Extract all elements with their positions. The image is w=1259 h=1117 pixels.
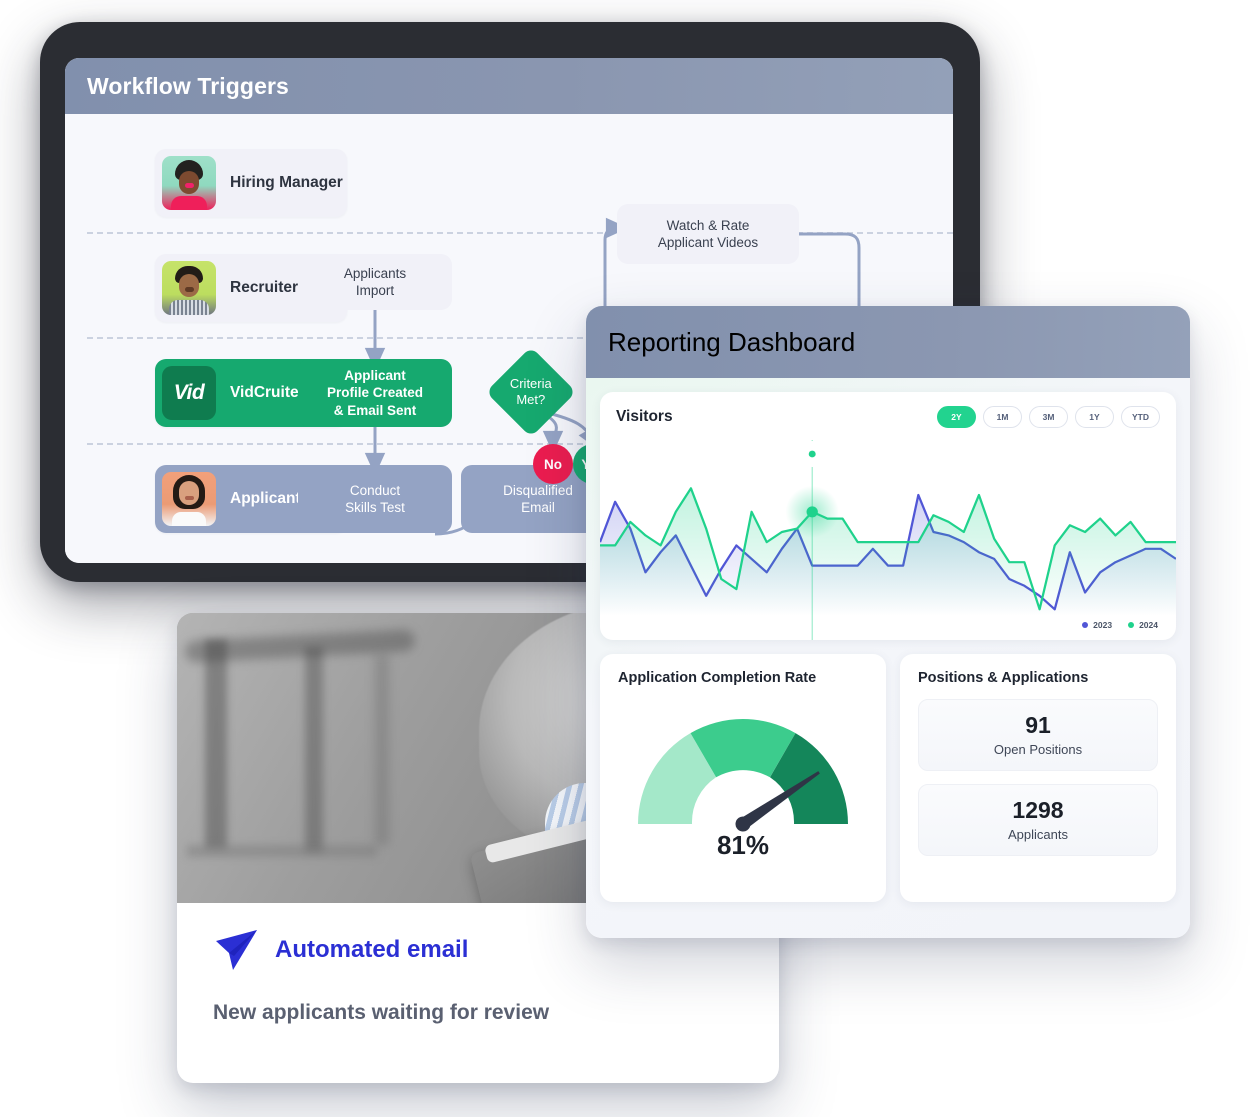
vidcruiter-logo-text: Vid — [173, 381, 205, 404]
gauge-svg — [638, 719, 848, 832]
visitors-chart-svg — [600, 440, 1176, 640]
workflow-title: Workflow Triggers — [87, 72, 289, 99]
legend-item-2023: 2023 — [1082, 620, 1112, 630]
workflow-panel-header: Workflow Triggers — [65, 58, 953, 114]
node-profile-created[interactable]: Applicant Profile Created & Email Sent — [298, 359, 452, 427]
reporting-dashboard-title: Reporting Dashboard — [608, 326, 856, 357]
range-button-2y[interactable]: 2Y — [937, 406, 976, 428]
paper-plane-icon — [216, 930, 257, 970]
node-criteria-met[interactable]: Criteria Met? — [485, 346, 577, 438]
swimlane-divider-1 — [87, 232, 953, 234]
avatar-recruiter — [162, 261, 216, 315]
positions-applications-card: Positions & Applications 91 Open Positio… — [900, 654, 1176, 902]
lane-card-hiring-manager[interactable]: Hiring Manager — [155, 149, 347, 217]
range-button-1m[interactable]: 1M — [983, 406, 1022, 428]
range-button-ytd[interactable]: YTD — [1121, 406, 1160, 428]
node-criteria-met-label: Criteria Met? — [510, 375, 552, 407]
lane-label-hiring-manager: Hiring Manager — [230, 174, 343, 191]
lane-label-vidcruiter: VidCruiter — [230, 384, 305, 401]
application-completion-title: Application Completion Rate — [618, 670, 817, 686]
completion-gauge-value: 81% — [716, 830, 770, 860]
legend-label-2024: 2024 — [1139, 620, 1158, 630]
completion-gauge — [618, 694, 868, 834]
legend-dot-2024 — [1128, 622, 1135, 628]
lane-label-recruiter: Recruiter — [230, 279, 299, 296]
visitors-title: Visitors — [616, 408, 673, 425]
stat-open-positions-label: Open Positions — [993, 741, 1083, 757]
email-card-subtitle: New applicants waiting for review — [213, 1001, 550, 1024]
range-button-group: 2Y 1M 3M 1Y YTD — [937, 406, 1160, 428]
avatar-applicant — [162, 472, 216, 526]
lane-label-applicant: Applicant — [230, 490, 301, 507]
legend-dot-2023 — [1082, 622, 1089, 628]
visitors-card: Visitors 2Y 1M 3M 1Y YTD 2023 2024 — [600, 392, 1176, 640]
dashboard-lower-row: Application Completion Rate 81% Position… — [600, 654, 1176, 902]
chart-legend: 2023 2024 — [1082, 620, 1158, 630]
reporting-dashboard-header: Reporting Dashboard — [586, 306, 1190, 378]
legend-label-2023: 2023 — [1093, 620, 1113, 630]
application-completion-card: Application Completion Rate 81% — [600, 654, 886, 902]
avatar-hiring-manager — [162, 156, 216, 210]
stat-applicants: 1298 Applicants — [918, 783, 1158, 856]
range-button-3m[interactable]: 3M — [1029, 406, 1068, 428]
range-button-1y[interactable]: 1Y — [1075, 406, 1114, 428]
legend-item-2024: 2024 — [1128, 620, 1158, 630]
stat-open-positions: 91 Open Positions — [918, 699, 1158, 771]
visitors-header: Visitors 2Y 1M 3M 1Y YTD — [616, 406, 1160, 428]
node-watch-rate-videos-1[interactable]: Watch & Rate Applicant Videos — [617, 204, 799, 264]
node-applicants-import[interactable]: Applicants Import — [298, 254, 452, 310]
node-conduct-skills-test[interactable]: Conduct Skills Test — [298, 465, 452, 533]
reporting-dashboard-body: Visitors 2Y 1M 3M 1Y YTD 2023 2024 Appli… — [586, 378, 1190, 938]
stat-applicants-label: Applicants — [1008, 826, 1068, 842]
vidcruiter-logo: Vid — [162, 366, 216, 420]
stat-open-positions-value: 91 — [1025, 712, 1051, 738]
stat-applicants-value: 1298 — [1012, 796, 1064, 823]
email-card-title: Automated email — [275, 936, 469, 963]
reporting-dashboard: Reporting Dashboard Visitors 2Y 1M 3M 1Y… — [586, 306, 1190, 938]
positions-applications-title: Positions & Applications — [918, 670, 1089, 686]
badge-no[interactable]: No — [533, 444, 573, 484]
visitors-line-chart — [600, 440, 1176, 640]
